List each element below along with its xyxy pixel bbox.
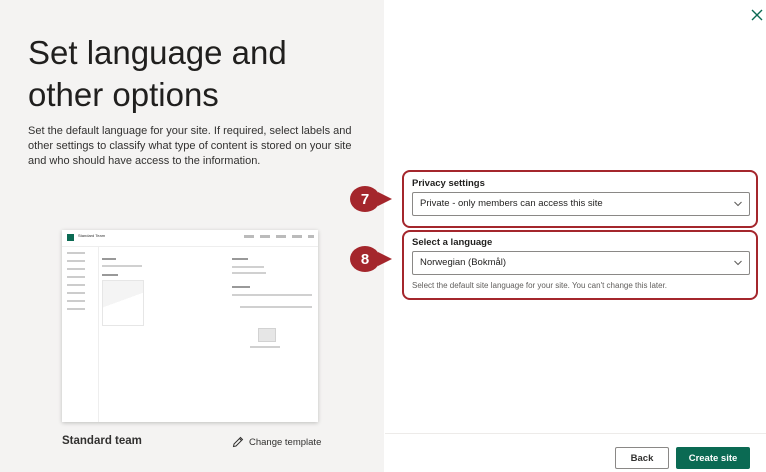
page-description: Set the default language for your site. … [28, 125, 352, 167]
callout-badge-7: 7 [350, 186, 380, 212]
preview-quicklinks-heading [232, 258, 248, 260]
change-template-label: Change template [249, 436, 322, 448]
preview-empty-text [250, 346, 280, 348]
back-button[interactable]: Back [615, 447, 669, 469]
preview-quicklink-2 [232, 272, 266, 274]
callout-badge-8: 8 [350, 246, 380, 272]
callout-pointer-7 [378, 192, 392, 206]
change-template-link[interactable]: Change template [232, 435, 321, 449]
footer-divider [385, 433, 766, 434]
preview-documents-row [240, 306, 312, 308]
preview-nav [67, 252, 91, 316]
preview-documents-toolbar [232, 294, 312, 296]
language-value: Norwegian (Bokmål) [420, 257, 507, 268]
left-panel: Set language and other options Set the d… [0, 0, 384, 472]
template-name: Standard team [62, 435, 142, 447]
preview-logo [67, 234, 74, 241]
language-label: Select a language [412, 237, 493, 248]
callout-pointer-8 [378, 252, 392, 266]
chevron-down-icon [734, 201, 742, 207]
preview-header-actions [244, 235, 314, 238]
language-help-text: Select the default site language for you… [412, 281, 668, 290]
preview-quicklink-1 [232, 266, 264, 268]
language-dropdown[interactable]: Norwegian (Bokmål) [412, 251, 750, 275]
create-site-button[interactable]: Create site [676, 447, 750, 469]
preview-activity-card [102, 280, 144, 326]
pencil-icon [232, 436, 244, 448]
preview-news-line [102, 265, 142, 267]
preview-divider [98, 246, 99, 422]
page-title: Set language and other options [28, 34, 287, 113]
preview-header: Standard Team [62, 230, 318, 247]
preview-site-name: Standard Team [78, 233, 106, 238]
template-preview: Standard Team [62, 230, 318, 422]
preview-activity-heading [102, 274, 118, 276]
chevron-down-icon [734, 260, 742, 266]
close-icon[interactable] [748, 6, 766, 24]
preview-news-heading [102, 258, 116, 260]
privacy-settings-label: Privacy settings [412, 178, 485, 189]
privacy-settings-value: Private - only members can access this s… [420, 198, 603, 209]
privacy-settings-dropdown[interactable]: Private - only members can access this s… [412, 192, 750, 216]
preview-documents-heading [232, 286, 250, 288]
preview-empty-folder [258, 328, 276, 342]
